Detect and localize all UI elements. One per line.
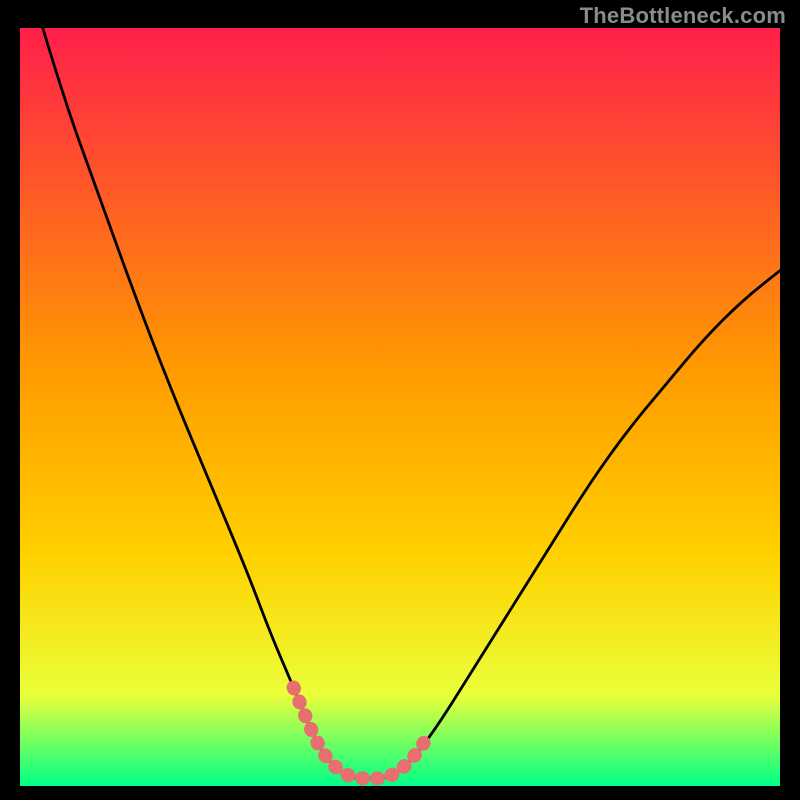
plot-background [20, 28, 780, 786]
watermark-text: TheBottleneck.com [580, 3, 786, 29]
chart-frame: { "watermark": "TheBottleneck.com", "col… [0, 0, 800, 800]
bottleneck-chart [0, 0, 800, 800]
